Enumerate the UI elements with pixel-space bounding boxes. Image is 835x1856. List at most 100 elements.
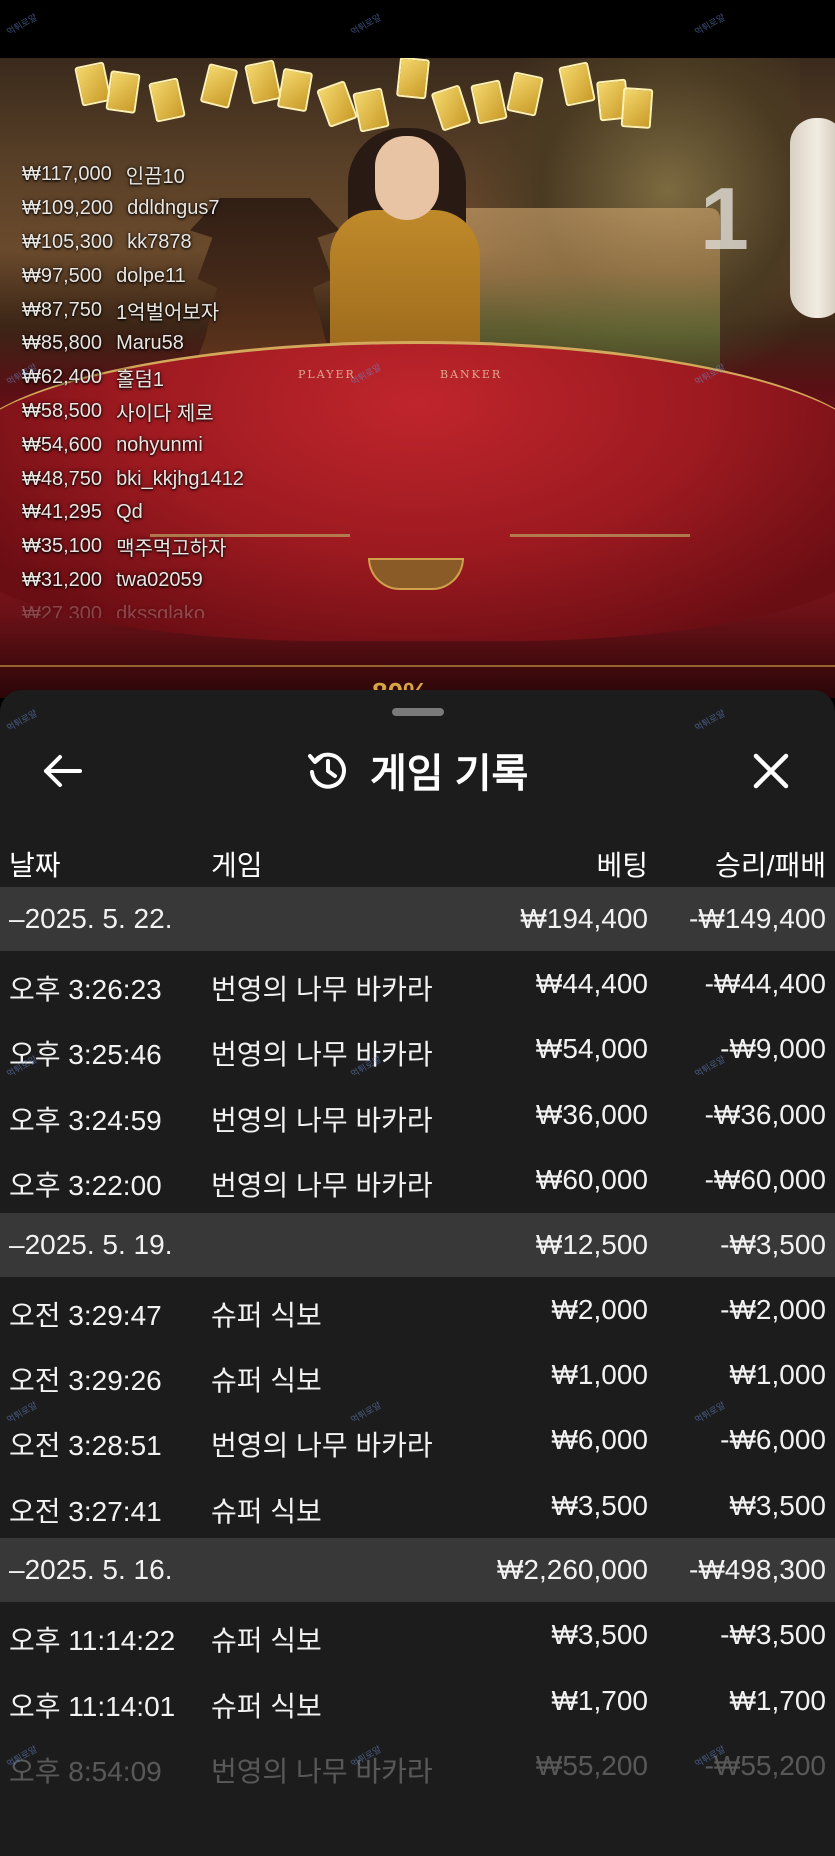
winner-row: ₩105,300 kk7878	[22, 226, 402, 260]
row-result: ₩1,000	[729, 1358, 827, 1390]
gold-card	[316, 80, 358, 128]
history-row[interactable]: 오전 3:27:41 슈퍼 식보 ₩3,500 ₩3,500	[0, 1473, 835, 1538]
gold-card	[105, 70, 141, 114]
winner-row: ₩54,600 nohyunmi	[22, 428, 402, 462]
date-group-row[interactable]: –2025. 5. 19. ₩12,500 -₩3,500	[0, 1212, 835, 1277]
winner-row: ₩97,500 dolpe11	[22, 259, 402, 293]
drag-handle[interactable]	[392, 708, 444, 716]
winner-row: ₩87,750 1억벌어보자	[22, 293, 402, 327]
row-time: 오전 3:29:26	[9, 1364, 162, 1396]
row-time: 오후 11:14:01	[9, 1690, 176, 1722]
column-header-result[interactable]: 승리/패배	[715, 844, 826, 884]
column-header-date[interactable]: 날짜	[9, 844, 61, 884]
winner-row: ₩35,100 맥주먹고하자	[22, 530, 402, 564]
game-history-panel: 게임 기록 날짜 게임 베팅 승리/패배 –2025. 5. 22. ₩194,4…	[0, 690, 835, 1856]
row-bet: ₩55,200	[535, 1749, 648, 1781]
date-group-row[interactable]: –2025. 5. 16. ₩2,260,000 -₩498,300	[0, 1538, 835, 1603]
winner-name: 사이다 제로	[116, 402, 214, 425]
row-result: ₩1,700	[729, 1684, 827, 1716]
winner-name: bki_kkjhg1412	[116, 467, 244, 490]
lantern	[790, 118, 835, 318]
gold-card	[244, 59, 282, 105]
row-result: -₩3,500	[720, 1619, 826, 1651]
row-bet: ₩3,500	[551, 1619, 649, 1651]
winner-row: ₩48,750 bki_kkjhg1412	[22, 462, 402, 496]
row-bet: ₩60,000	[535, 1164, 648, 1196]
row-game: 번영의 나무 바카라	[211, 1755, 433, 1787]
row-bet: ₩2,000	[551, 1293, 649, 1325]
row-time: 오후 3:24:59	[9, 1104, 162, 1136]
gold-card	[430, 84, 472, 132]
gold-card	[199, 62, 239, 110]
winner-name: twa02059	[116, 568, 203, 591]
back-button[interactable]	[40, 748, 86, 794]
row-bet: ₩6,000	[551, 1424, 649, 1456]
row-time: 오후 3:26:23	[9, 974, 162, 1005]
group-bet-total: ₩12,500	[535, 1228, 648, 1260]
row-game: 슈퍼 식보	[211, 1690, 322, 1722]
history-row[interactable]: 오후 3:26:23 번영의 나무 바카라 ₩44,400 -₩44,400	[0, 951, 835, 1016]
group-result-total: -₩149,400	[689, 903, 826, 934]
row-bet: ₩44,400	[535, 968, 648, 999]
date-group-row[interactable]: –2025. 5. 22. ₩194,400 -₩149,400	[0, 887, 835, 951]
winner-name: kk7878	[127, 230, 192, 253]
row-bet: ₩54,000	[535, 1033, 648, 1065]
winner-amount: ₩109,200	[22, 197, 114, 220]
row-result: ₩3,500	[729, 1489, 827, 1521]
row-game: 번영의 나무 바카라	[211, 1170, 433, 1202]
close-button[interactable]	[748, 748, 794, 794]
history-icon	[308, 752, 346, 789]
row-result: -₩36,000	[704, 1098, 826, 1130]
winner-row: ₩27,300 dkssglako	[22, 597, 402, 618]
winner-name: nohyunmi	[116, 433, 203, 456]
winner-name: Qd	[116, 501, 143, 524]
banker-label: BANKER	[440, 368, 503, 381]
table-rail	[510, 534, 690, 537]
winner-amount: ₩35,100	[22, 535, 103, 558]
group-result-total: -₩498,300	[689, 1554, 826, 1586]
winner-amount: ₩105,300	[22, 230, 114, 253]
winner-row: ₩41,295 Qd	[22, 496, 402, 530]
history-row[interactable]: 오후 3:24:59 번영의 나무 바카라 ₩36,000 -₩36,000	[0, 1082, 835, 1147]
title-group: 게임 기록	[306, 742, 528, 798]
winner-amount: ₩58,500	[22, 399, 103, 422]
table-header: 날짜 게임 베팅 승리/패배	[0, 830, 835, 890]
history-row[interactable]: 오후 3:22:00 번영의 나무 바카라 ₩60,000 -₩60,000	[0, 1147, 835, 1212]
gold-card	[148, 77, 186, 123]
winner-row: ₩109,200 ddldngus7	[22, 192, 402, 226]
close-icon	[753, 753, 789, 789]
row-time: 오전 3:27:41	[9, 1495, 162, 1527]
gold-card	[620, 87, 654, 129]
group-result-total: -₩3,500	[720, 1228, 826, 1260]
winner-name: ddldngus7	[127, 197, 220, 220]
row-game: 슈퍼 식보	[211, 1625, 322, 1657]
winner-amount: ₩54,600	[22, 433, 103, 456]
row-time: 오후 3:22:00	[9, 1170, 162, 1202]
winner-name: 맥주먹고하자	[116, 538, 227, 561]
row-result: -₩2,000	[720, 1293, 826, 1325]
row-game: 번영의 나무 바카라	[211, 974, 433, 1005]
winner-amount: ₩27,300	[22, 602, 103, 618]
row-bet: ₩36,000	[535, 1098, 648, 1130]
winner-row: ₩31,200 twa02059	[22, 564, 402, 598]
history-row[interactable]: 오전 3:29:47 슈퍼 식보 ₩2,000 -₩2,000	[0, 1277, 835, 1342]
history-row[interactable]: 오후 11:14:01 슈퍼 식보 ₩1,700 ₩1,700	[0, 1668, 835, 1733]
gold-card	[395, 58, 431, 100]
winner-amount: ₩97,500	[22, 264, 103, 287]
history-row[interactable]: 오후 11:14:22 슈퍼 식보 ₩3,500 -₩3,500	[0, 1602, 835, 1667]
row-result: -₩60,000	[704, 1164, 826, 1196]
group-date: –2025. 5. 19.	[9, 1228, 173, 1260]
group-date: –2025. 5. 22.	[9, 903, 173, 934]
column-header-bet[interactable]: 베팅	[596, 844, 648, 884]
winner-name: dolpe11	[116, 264, 186, 287]
history-row[interactable]: 오전 3:29:26 슈퍼 식보 ₩1,000 ₩1,000	[0, 1342, 835, 1407]
row-game: 슈퍼 식보	[211, 1364, 322, 1396]
winner-amount: ₩117,000	[22, 163, 112, 186]
arrow-left-icon	[44, 755, 82, 787]
column-header-game[interactable]: 게임	[211, 844, 263, 884]
row-time: 오전 3:29:47	[9, 1299, 162, 1331]
winner-row: ₩62,400 홀덤1	[22, 361, 402, 395]
winner-name: dkssglako	[116, 602, 205, 618]
row-game: 번영의 나무 바카라	[211, 1430, 433, 1462]
panel-title: 게임 기록	[370, 752, 529, 796]
